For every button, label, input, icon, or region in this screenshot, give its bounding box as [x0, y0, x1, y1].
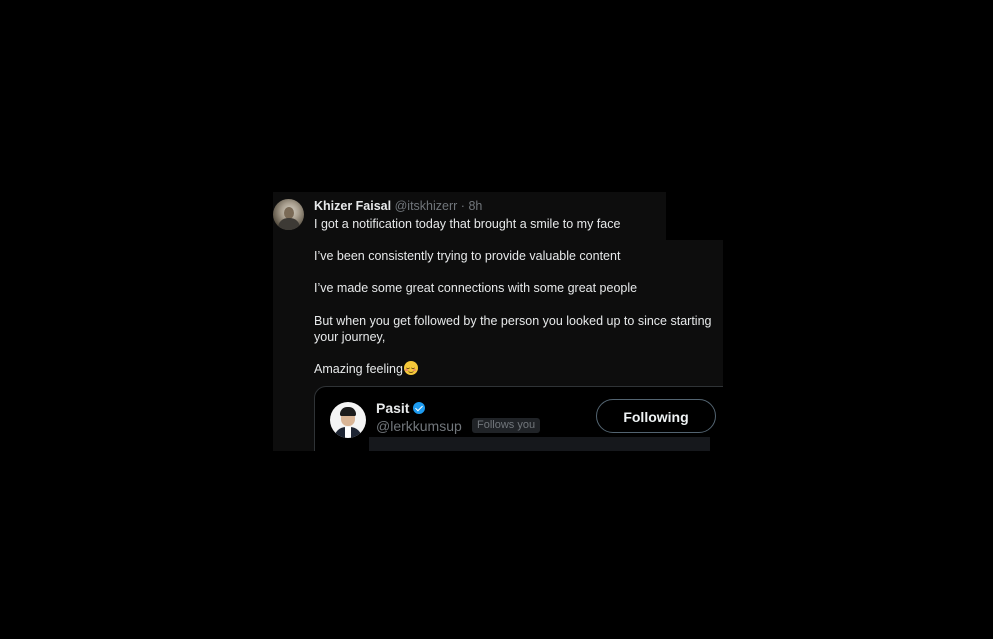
pasit-avatar[interactable] [330, 402, 366, 438]
tweet-text-line-6: Amazing feeling [314, 361, 418, 377]
following-button[interactable]: Following [596, 399, 716, 433]
card-bio-area [369, 437, 710, 451]
tweet-text-line-3: I’ve made some great connections with so… [314, 281, 638, 295]
tweet-timestamp[interactable]: 8h [468, 199, 482, 213]
embedded-card-clip: Pasit @lerkkumsup Follows you Following [273, 380, 723, 451]
tweet-text-line-2: I’ve been consistently trying to provide… [314, 249, 621, 263]
header-separator: · [460, 199, 465, 213]
avatar-hair-shape [340, 407, 356, 416]
author-name[interactable]: Khizer Faisal [314, 199, 391, 213]
tweet-text-line-1: I got a notification today that brought … [314, 217, 621, 231]
follows-you-badge: Follows you [472, 418, 541, 433]
verified-badge-icon [413, 402, 426, 414]
author-avatar[interactable] [273, 199, 304, 230]
profile-name[interactable]: Pasit [376, 400, 409, 416]
relieved-face-emoji-icon [403, 361, 418, 375]
tweet-text-amazing-feeling: Amazing feeling [314, 362, 403, 376]
tweet-text-line-5: your journey, [314, 330, 386, 344]
embedded-profile-card[interactable]: Pasit @lerkkumsup Follows you Following [314, 386, 723, 451]
screenshot-stage: Khizer Faisal @itskhizerr · 8h I got a n… [0, 0, 993, 639]
avatar-shirt-shape [345, 427, 351, 438]
emoji-blush-right [413, 369, 417, 371]
profile-handle[interactable]: @lerkkumsup [376, 417, 462, 435]
tweet-header: Khizer Faisal @itskhizerr · 8h [314, 198, 482, 214]
profile-name-row: Pasit [376, 399, 426, 417]
tweet-text-line-4: But when you get followed by the person … [314, 314, 712, 328]
avatar-body-shape [278, 218, 300, 230]
author-handle[interactable]: @itskhizerr [395, 199, 458, 213]
